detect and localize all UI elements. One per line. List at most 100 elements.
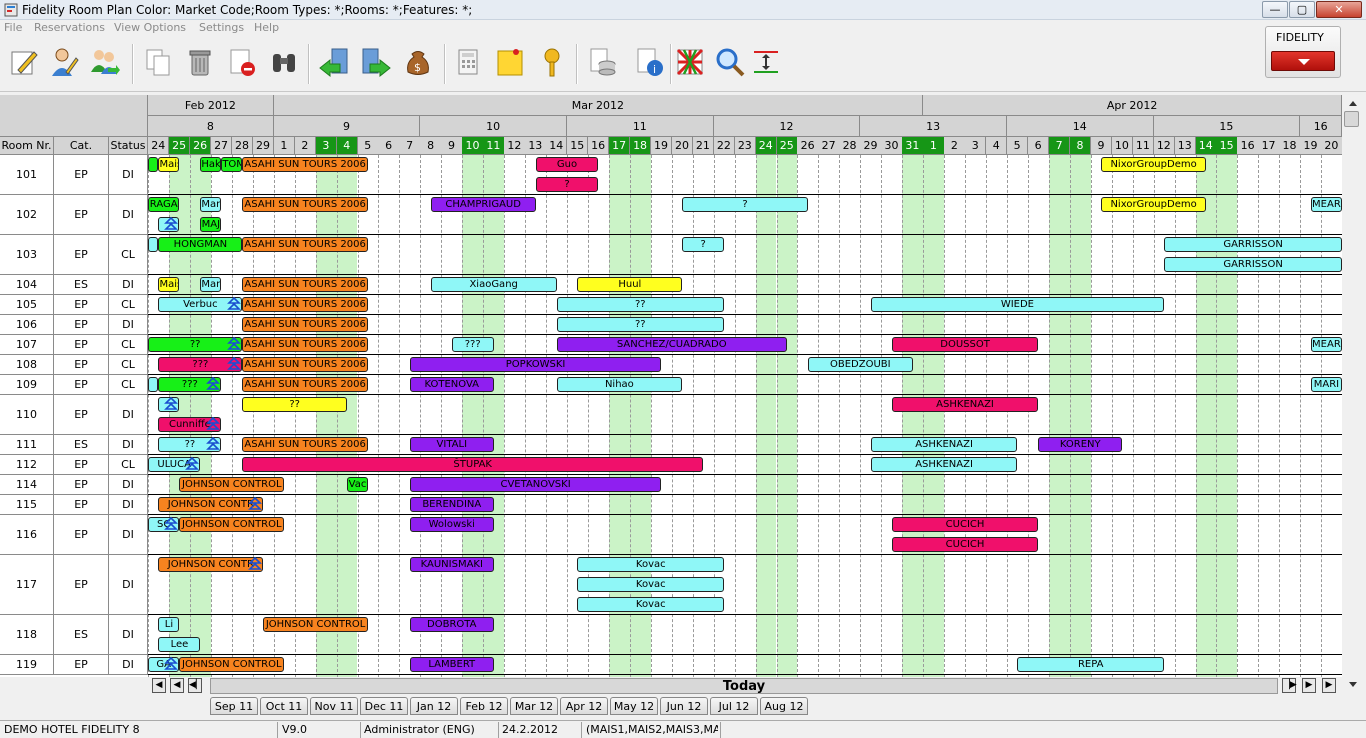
day-header[interactable]: 13 bbox=[525, 137, 547, 155]
day-header[interactable]: 24 bbox=[148, 137, 170, 155]
reservation-bar[interactable]: ASAHI SUN TOURS 2006 bbox=[242, 357, 368, 372]
info-doc-icon[interactable]: i bbox=[632, 44, 668, 80]
reservation-bar[interactable]: ASHKENAZI bbox=[870, 457, 1018, 472]
day-header[interactable]: 28 bbox=[231, 137, 254, 155]
reservation-bar[interactable]: CUCICH bbox=[891, 537, 1039, 552]
reservation-bar[interactable]: ? bbox=[535, 177, 599, 192]
row-height-icon[interactable] bbox=[748, 44, 784, 80]
room-number[interactable]: 114 bbox=[0, 475, 54, 495]
header-cat[interactable]: Cat. bbox=[54, 137, 109, 155]
day-header[interactable]: 15 bbox=[1216, 137, 1238, 155]
reservation-bar[interactable]: REPA bbox=[1017, 657, 1165, 672]
reservation-bar[interactable]: JOHNSON CONTROL bbox=[179, 477, 285, 492]
room-number[interactable]: 104 bbox=[0, 275, 54, 295]
today-button[interactable]: Today bbox=[210, 678, 1278, 694]
day-header[interactable]: 11 bbox=[483, 137, 505, 155]
room-number[interactable]: 103 bbox=[0, 235, 54, 275]
reservation-bar[interactable]: ?? bbox=[556, 297, 725, 312]
day-header[interactable]: 27 bbox=[818, 137, 840, 155]
day-header[interactable]: 25 bbox=[776, 137, 798, 155]
month-tab[interactable]: Jul 12 bbox=[710, 697, 758, 715]
day-header[interactable]: 13 bbox=[1174, 137, 1196, 155]
day-header[interactable]: 23 bbox=[734, 137, 757, 155]
edit-pencil-icon[interactable] bbox=[6, 44, 42, 80]
room-number[interactable]: 118 bbox=[0, 615, 54, 655]
reservation-bar[interactable]: ??? bbox=[451, 337, 494, 352]
scroll-thumb[interactable] bbox=[1344, 111, 1359, 127]
day-header[interactable]: 12 bbox=[1153, 137, 1176, 155]
reservation-bar[interactable]: Nihao bbox=[556, 377, 683, 392]
day-header[interactable]: 28 bbox=[839, 137, 861, 155]
room-number[interactable]: 117 bbox=[0, 555, 54, 615]
reservation-bar[interactable]: JOHNSON CONTROL bbox=[179, 657, 285, 672]
arrow-right-building-icon[interactable] bbox=[358, 44, 394, 80]
day-header[interactable]: 9 bbox=[1090, 137, 1113, 155]
month-tab[interactable]: Jan 12 bbox=[410, 697, 458, 715]
reservation-bar[interactable]: SANCHEZ/CUADRADO bbox=[556, 337, 787, 352]
minimize-button[interactable]: — bbox=[1262, 1, 1288, 18]
room-number[interactable]: 102 bbox=[0, 195, 54, 235]
reservation-bar[interactable]: XiaoGang bbox=[430, 277, 557, 292]
reservation-bar[interactable]: Huul bbox=[577, 277, 683, 292]
menu-settings[interactable]: Settings bbox=[199, 21, 244, 34]
reservation-bar[interactable] bbox=[148, 377, 159, 392]
month-tab[interactable]: Jun 12 bbox=[660, 697, 708, 715]
day-header[interactable]: 12 bbox=[504, 137, 526, 155]
day-header[interactable]: 7 bbox=[399, 137, 421, 155]
room-number[interactable]: 108 bbox=[0, 355, 54, 375]
month-tab[interactable]: May 12 bbox=[610, 697, 658, 715]
scroll-down-icon[interactable] bbox=[1346, 679, 1360, 691]
reservation-bar[interactable]: ASAHI SUN TOURS 2006 bbox=[242, 277, 368, 292]
close-button[interactable]: ✕ bbox=[1316, 1, 1362, 18]
day-header[interactable]: 20 bbox=[671, 137, 694, 155]
room-plan-grid[interactable]: Room Nr. Cat. Status Feb 2012 Mar 2012 Apr… bbox=[0, 95, 1342, 677]
day-header[interactable]: 10 bbox=[462, 137, 484, 155]
reservation-bar[interactable]: GARRISSON bbox=[1164, 237, 1342, 252]
day-header[interactable]: 6 bbox=[378, 137, 400, 155]
day-header[interactable]: 29 bbox=[860, 137, 882, 155]
room-number[interactable]: 110 bbox=[0, 395, 54, 435]
room-number[interactable]: 106 bbox=[0, 315, 54, 335]
sticky-note-icon[interactable] bbox=[492, 44, 528, 80]
month-tab[interactable]: Apr 12 bbox=[560, 697, 608, 715]
reservation-bar[interactable]: ? bbox=[682, 237, 725, 252]
reservation-bar[interactable]: ASAHI SUN TOURS 2006 bbox=[242, 377, 368, 392]
reservation-bar[interactable]: KAUNISMAKI bbox=[409, 557, 494, 572]
reservation-bar[interactable]: ASAHI SUN TOURS 2006 bbox=[242, 157, 368, 172]
reservation-bar[interactable]: HONGMAN bbox=[158, 237, 243, 252]
reservation-bar[interactable]: WIEDE bbox=[870, 297, 1165, 312]
day-header[interactable]: 22 bbox=[713, 137, 736, 155]
day-header[interactable]: 8 bbox=[420, 137, 442, 155]
day-header[interactable]: 18 bbox=[629, 137, 652, 155]
day-header[interactable]: 26 bbox=[189, 137, 212, 155]
room-number[interactable]: 107 bbox=[0, 335, 54, 355]
money-bag-icon[interactable]: $ bbox=[400, 44, 436, 80]
reservation-bar[interactable]: ?? bbox=[242, 397, 348, 412]
day-header[interactable]: 19 bbox=[650, 137, 673, 155]
day-header[interactable]: 20 bbox=[1321, 137, 1342, 155]
menu-reservations[interactable]: Reservations bbox=[34, 21, 105, 34]
nav-prev-button[interactable]: ◀▏ bbox=[188, 678, 203, 693]
fidelity-dropdown-button[interactable] bbox=[1271, 51, 1335, 71]
reservation-bar[interactable]: Mais bbox=[158, 157, 180, 172]
day-header[interactable]: 4 bbox=[336, 137, 358, 155]
day-header[interactable]: 11 bbox=[1132, 137, 1155, 155]
reservation-bar[interactable]: CHAMPRIGAUD bbox=[430, 197, 536, 212]
menu-help[interactable]: Help bbox=[254, 21, 279, 34]
reservation-bar[interactable]: KOTENOVA bbox=[409, 377, 494, 392]
reservation-bar[interactable]: ASHKENAZI bbox=[870, 437, 1018, 452]
day-header[interactable]: 30 bbox=[881, 137, 903, 155]
day-header[interactable]: 1 bbox=[923, 137, 945, 155]
transfer-users-icon[interactable] bbox=[86, 44, 122, 80]
database-icon[interactable] bbox=[584, 44, 620, 80]
month-tab[interactable]: Nov 11 bbox=[310, 697, 358, 715]
scroll-up-icon[interactable] bbox=[1346, 97, 1360, 109]
day-header[interactable]: 3 bbox=[315, 137, 338, 155]
reservation-bar[interactable]: ASHKENAZI bbox=[891, 397, 1039, 412]
nav-next-button[interactable]: ▕▶ bbox=[1282, 678, 1297, 693]
reservation-bar[interactable]: Wolowski bbox=[409, 517, 494, 532]
month-tab[interactable]: Aug 12 bbox=[760, 697, 808, 715]
reservation-bar[interactable]: JOHNSON CONTROL bbox=[179, 517, 285, 532]
day-header[interactable]: 17 bbox=[608, 137, 631, 155]
arrow-left-building-icon[interactable] bbox=[316, 44, 352, 80]
